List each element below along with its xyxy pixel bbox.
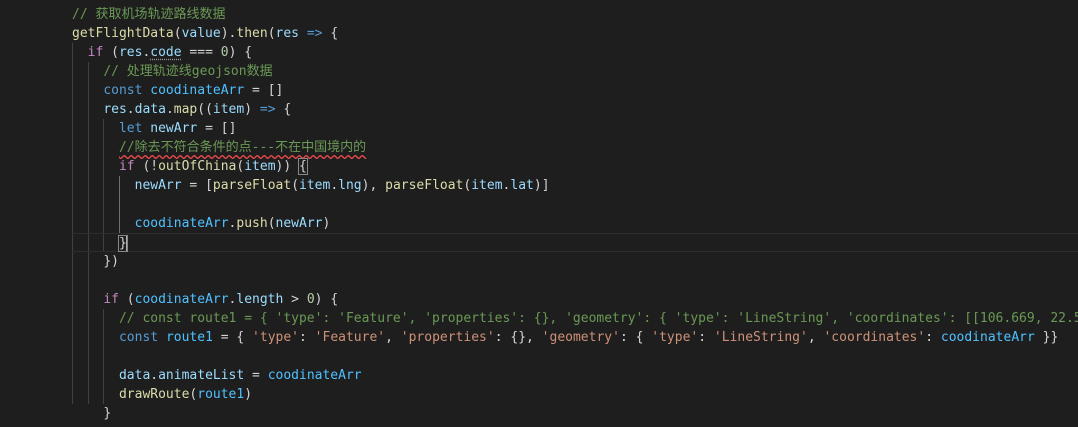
code-line[interactable]: }) xyxy=(72,252,1078,271)
code-line[interactable]: let newArr = [] xyxy=(72,119,1078,138)
code-line[interactable]: const route1 = { 'type': 'Feature', 'pro… xyxy=(72,328,1078,347)
code-line[interactable]: res.data.map((item) => { xyxy=(72,100,1078,119)
code-line[interactable] xyxy=(72,347,1078,366)
code-line[interactable]: // 处理轨迹线geojson数据 xyxy=(72,62,1078,81)
code-line[interactable]: } xyxy=(72,233,1078,252)
code-line[interactable]: //除去不符合条件的点---不在中国境内的 xyxy=(72,138,1078,157)
code-line[interactable]: // 获取机场轨迹路线数据 xyxy=(72,5,1078,24)
code-editor[interactable]: ──────────── // 获取机场轨迹路线数据getFlightData(… xyxy=(0,0,1078,427)
code-line[interactable] xyxy=(72,195,1078,214)
code-line[interactable] xyxy=(72,271,1078,290)
code-line[interactable]: const coodinateArr = [] xyxy=(72,81,1078,100)
code-line[interactable]: getFlightData(value).then(res => { xyxy=(72,24,1078,43)
code-line[interactable]: data.animateList = coodinateArr xyxy=(72,366,1078,385)
code-line[interactable]: // const route1 = { 'type': 'Feature', '… xyxy=(72,309,1078,328)
code-line[interactable]: if (coodinateArr.length > 0) { xyxy=(72,290,1078,309)
code-line[interactable]: drawRoute(route1) xyxy=(72,385,1078,404)
code-line[interactable]: if (!outOfChina(item)) { xyxy=(72,157,1078,176)
text-cursor xyxy=(125,235,128,252)
code-line[interactable]: if (res.code === 0) { xyxy=(72,43,1078,62)
code-line[interactable]: } xyxy=(72,404,1078,423)
code-line[interactable]: coodinateArr.push(newArr) xyxy=(72,214,1078,233)
code-line[interactable]: newArr = [parseFloat(item.lng), parseFlo… xyxy=(72,176,1078,195)
